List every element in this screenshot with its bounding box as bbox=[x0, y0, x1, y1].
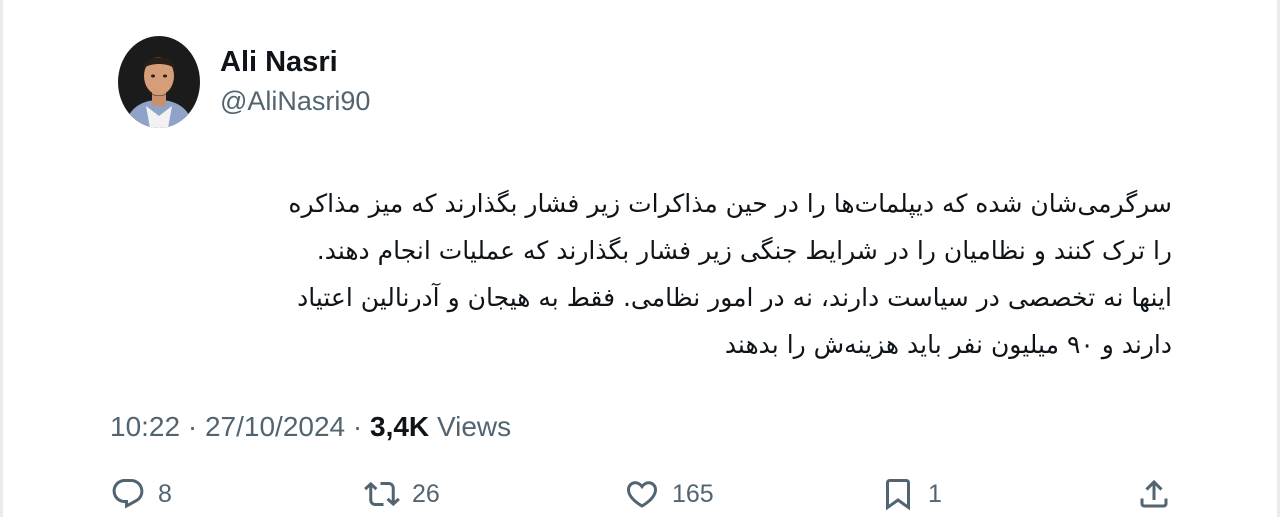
tweet-text-line: اینها نه تخصصی در سیاست دارند، نه در امو… bbox=[297, 283, 1172, 312]
views-count[interactable]: 3,4K bbox=[370, 411, 429, 442]
tweet-meta: 10:22 · 27/10/2024 · 3,4K Views bbox=[110, 408, 511, 446]
tweet-date[interactable]: 27/10/2024 bbox=[205, 411, 345, 442]
tweet-time[interactable]: 10:22 bbox=[110, 411, 180, 442]
user-handle[interactable]: @AliNasri90 bbox=[220, 82, 370, 120]
left-border bbox=[0, 0, 3, 517]
retweet-button[interactable]: 26 bbox=[364, 472, 440, 516]
bookmark-count: 1 bbox=[928, 479, 942, 508]
bookmark-icon bbox=[886, 479, 910, 511]
reply-icon bbox=[112, 479, 144, 509]
tweet-text-line: را ترک کنند و نظامیان را در شرایط جنگی ز… bbox=[316, 236, 1172, 265]
meta-separator: · bbox=[187, 411, 198, 442]
tweet-text-line: دارند و ۹۰ میلیون نفر باید هزینه‌ش را بد… bbox=[724, 330, 1172, 359]
reply-count: 8 bbox=[158, 479, 172, 508]
bookmark-button[interactable]: 1 bbox=[880, 472, 942, 516]
tweet-text-line: سرگرمی‌شان شده که دیپلمات‌ها را در حین م… bbox=[288, 189, 1172, 218]
reply-button[interactable]: 8 bbox=[110, 472, 172, 516]
display-name[interactable]: Ali Nasri bbox=[220, 44, 370, 80]
avatar-photo bbox=[118, 36, 200, 128]
tweet-header: Ali Nasri @AliNasri90 bbox=[118, 36, 370, 128]
like-button[interactable]: 165 bbox=[624, 472, 714, 516]
action-bar: 8 26 165 1 bbox=[0, 472, 1280, 516]
share-button[interactable] bbox=[1136, 472, 1172, 516]
meta-separator: · bbox=[352, 411, 363, 442]
tweet-text: سرگرمی‌شان شده که دیپلمات‌ها را در حین م… bbox=[110, 180, 1172, 368]
tweet-card: Ali Nasri @AliNasri90 سرگرمی‌شان شده که … bbox=[0, 0, 1280, 517]
share-icon bbox=[1140, 479, 1168, 508]
avatar[interactable] bbox=[118, 36, 200, 128]
user-info: Ali Nasri @AliNasri90 bbox=[220, 44, 370, 120]
retweet-icon bbox=[364, 481, 400, 507]
retweet-count: 26 bbox=[412, 479, 440, 508]
like-count: 165 bbox=[672, 479, 714, 508]
heart-icon bbox=[626, 481, 658, 508]
views-label: Views bbox=[436, 411, 512, 442]
